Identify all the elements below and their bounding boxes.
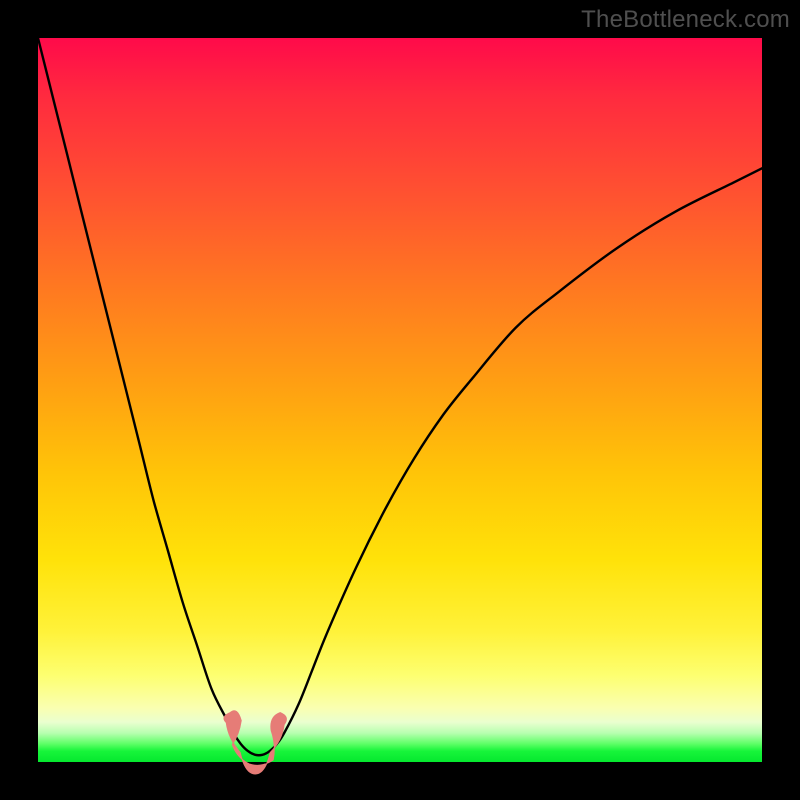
chart-frame: TheBottleneck.com bbox=[0, 0, 800, 800]
plot-area bbox=[38, 38, 762, 762]
watermark-text: TheBottleneck.com bbox=[581, 6, 790, 34]
trough-marker bbox=[224, 711, 286, 774]
curve-layer bbox=[38, 38, 762, 762]
bottleneck-curve bbox=[38, 38, 762, 755]
